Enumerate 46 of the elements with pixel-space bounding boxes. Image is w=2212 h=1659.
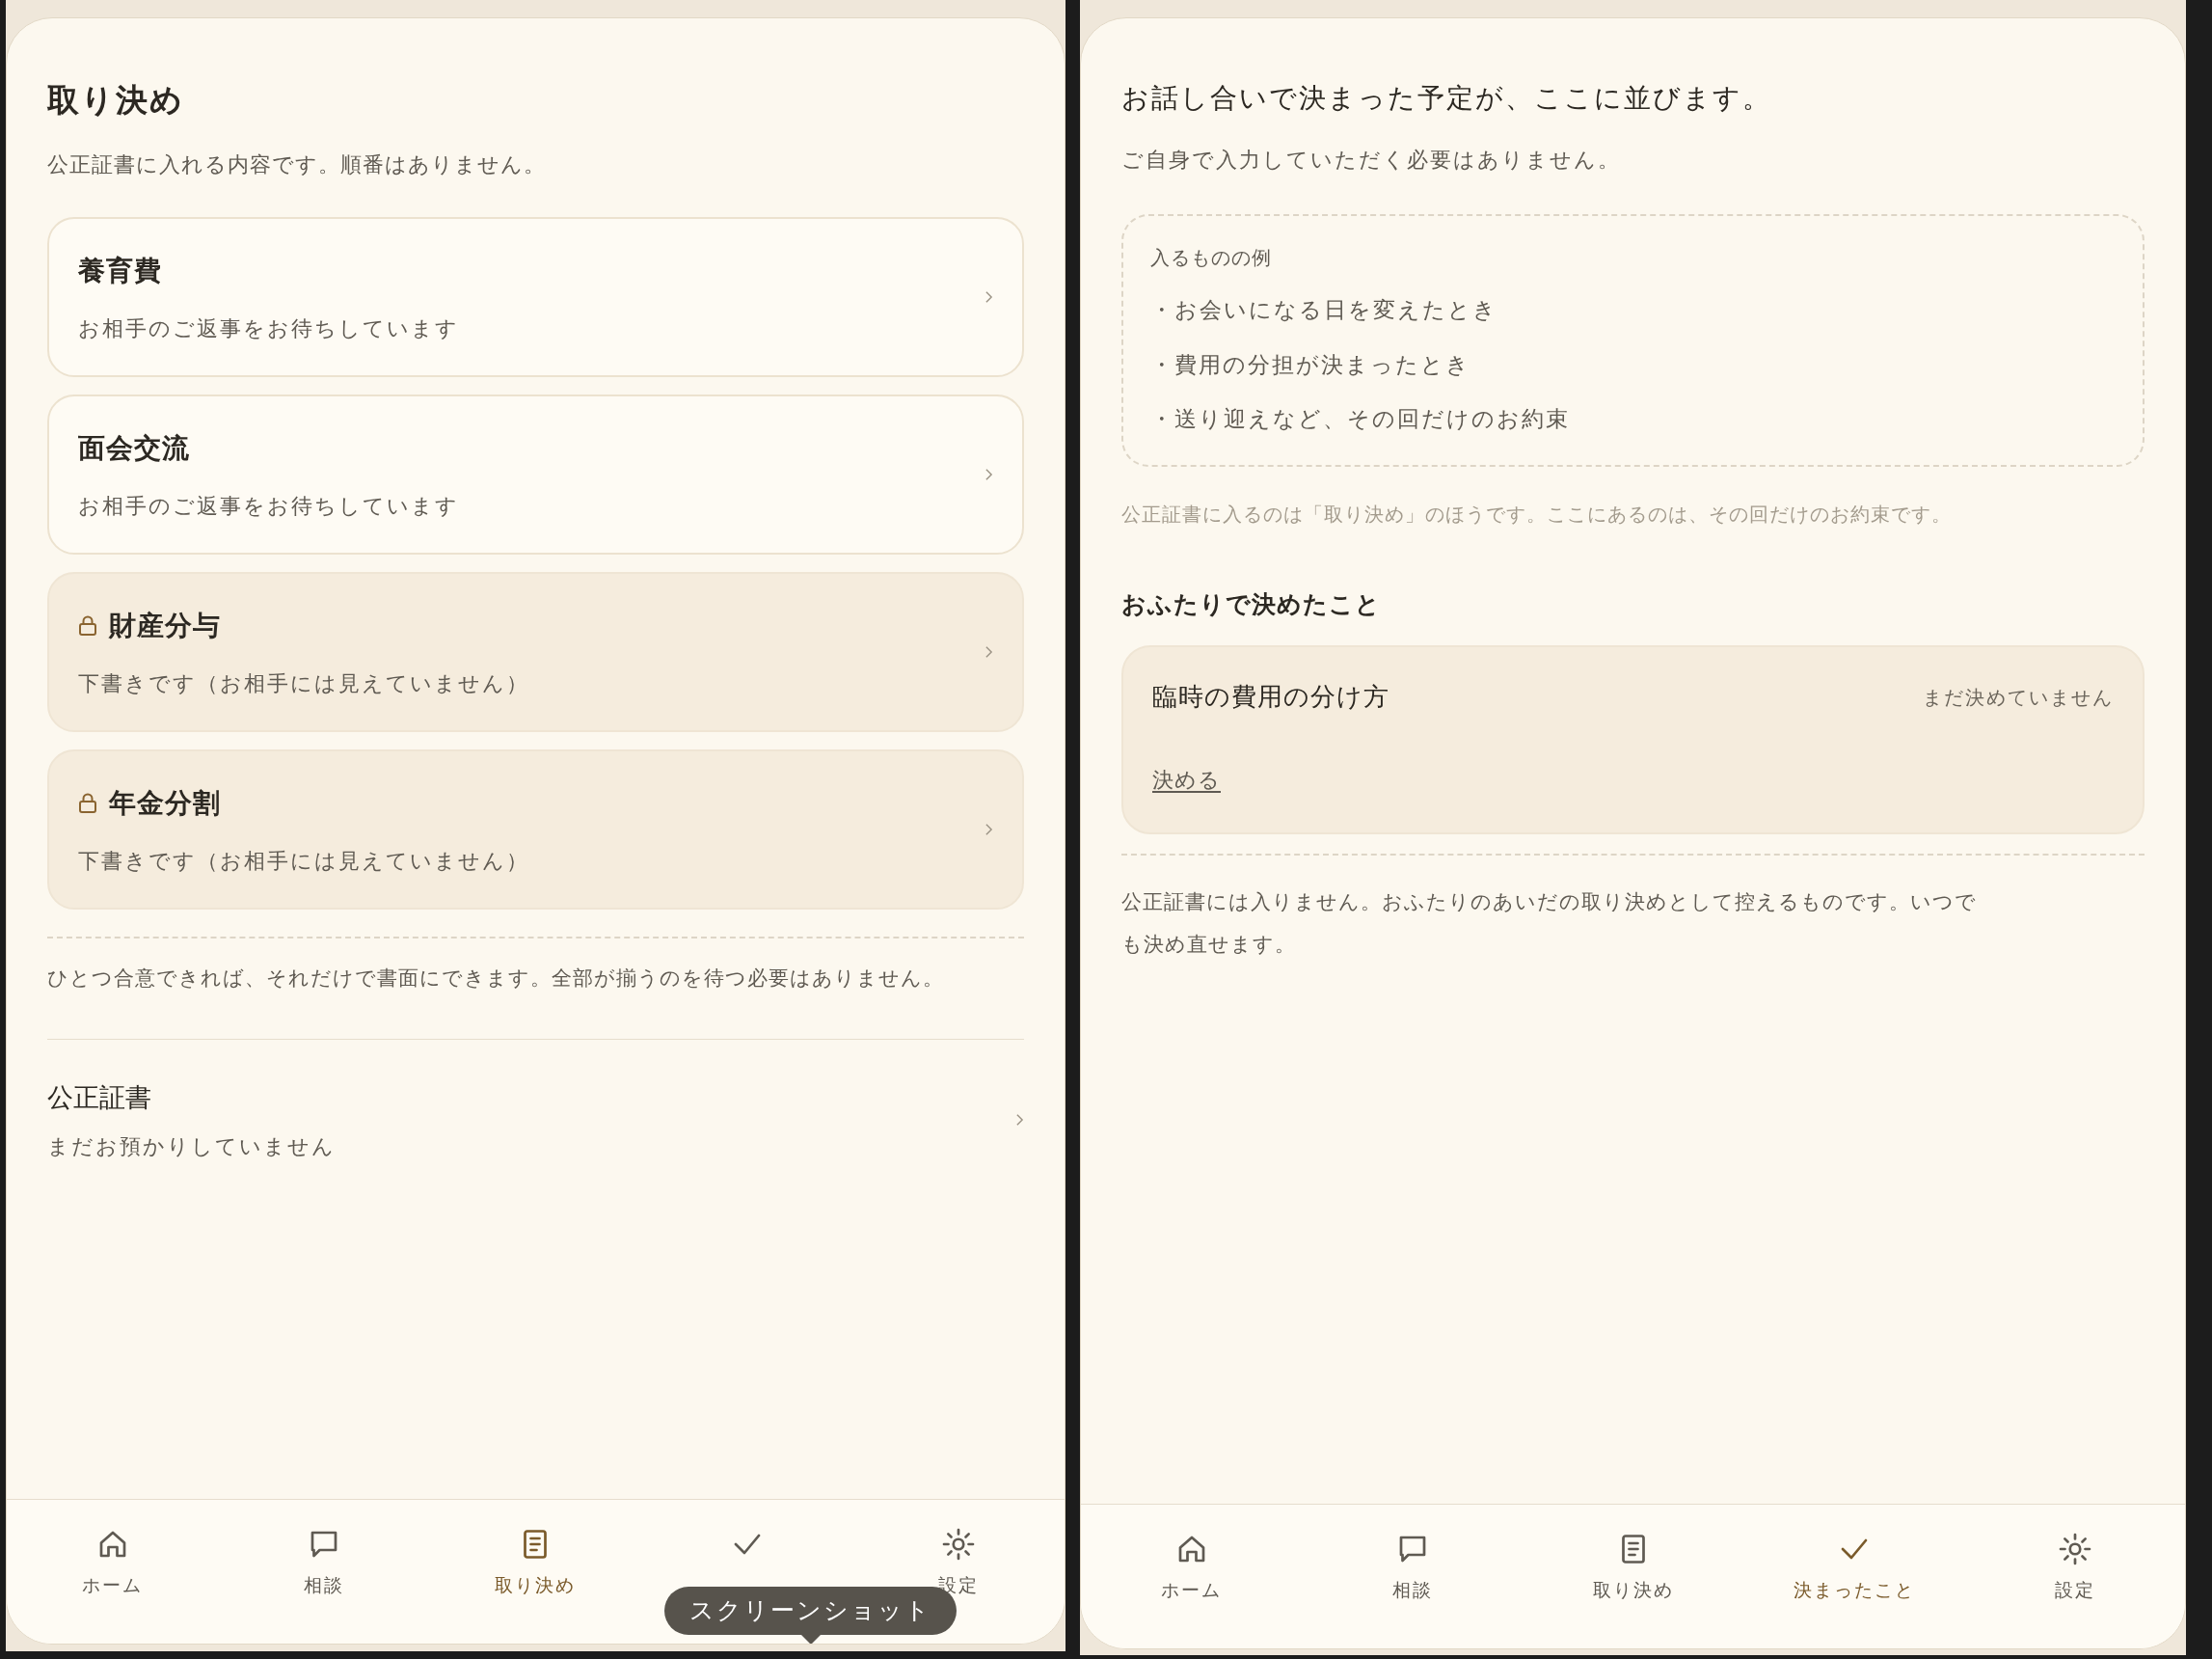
intro-text: お話し合いで決まった予定が、ここに並びます。 bbox=[1121, 81, 1772, 116]
card-title: 面会交流 bbox=[78, 430, 190, 466]
agreement-card[interactable]: 養育費 お相手のご返事をお待ちしています bbox=[47, 217, 1024, 377]
example-item: ・送り迎えなど、その回だけのお約束 bbox=[1150, 405, 1571, 433]
tab[interactable]: 取り決め bbox=[1523, 1532, 1743, 1604]
chevron-right-icon bbox=[985, 823, 993, 836]
card-status: お相手のご返事をお待ちしています bbox=[78, 314, 460, 342]
card-status: 下書きです（お相手には見えていません） bbox=[78, 669, 530, 697]
info-note: 公正証書に入るのは「取り決め」のほうです。ここにあるのは、その回だけのお約束です。 bbox=[1121, 501, 1953, 528]
tab[interactable]: ホーム bbox=[7, 1527, 219, 1599]
chevron-right-icon bbox=[1015, 1113, 1024, 1128]
row-status: まだお預かりしていません bbox=[47, 1133, 337, 1160]
decision-title: 臨時の費用の分け方 bbox=[1152, 681, 1389, 713]
chevron-right-icon bbox=[985, 468, 993, 481]
tab[interactable]: ホーム bbox=[1081, 1532, 1302, 1604]
decide-link[interactable]: 決める bbox=[1152, 764, 1221, 796]
row-title: 公正証書 bbox=[47, 1080, 152, 1114]
example-item: ・費用の分担が決まったとき bbox=[1150, 350, 1471, 379]
settings-icon bbox=[2057, 1532, 2092, 1566]
agreement-card[interactable]: 年金分割 下書きです（お相手には見えていません） bbox=[47, 749, 1024, 910]
agreement-card[interactable]: 面会交流 お相手のご返事をお待ちしています bbox=[47, 394, 1024, 555]
card-status: 下書きです（お相手には見えていません） bbox=[78, 847, 530, 875]
tab[interactable]: 取り決め bbox=[429, 1527, 642, 1599]
page-subtitle: 公正証書に入れる内容です。順番はありません。 bbox=[47, 151, 547, 178]
card-title: 養育費 bbox=[78, 253, 162, 288]
info-note: ひとつ合意できれば、それだけで書面にできます。全部が揃うのを待つ必要はありません。 bbox=[47, 965, 945, 992]
tab[interactable]: 決まったこと bbox=[1743, 1532, 1964, 1604]
document-row[interactable]: 公正証書 まだお預かりしていません bbox=[47, 1077, 1024, 1162]
card-title: 年金分割 bbox=[109, 785, 221, 821]
tab[interactable]: 相談 bbox=[218, 1527, 430, 1599]
chevron-right-icon bbox=[985, 290, 993, 304]
intro-subtitle: ご自身で入力していただく必要はありません。 bbox=[1121, 147, 1622, 174]
footer-note: 公正証書には入りません。おふたりのあいだの取り決めとして控えるものです。いつでも決め直せます。 bbox=[1121, 889, 1978, 958]
pointer-icon bbox=[800, 1635, 821, 1644]
settings-icon bbox=[941, 1527, 977, 1562]
tab[interactable]: 設定 bbox=[1964, 1532, 2185, 1604]
examples-title: 入るものの例 bbox=[1150, 245, 1273, 271]
section-title: おふたりで決めたこと bbox=[1121, 588, 1382, 620]
agreement-card[interactable]: 財産分与 下書きです（お相手には見えていません） bbox=[47, 572, 1024, 732]
page-title: 取り決め bbox=[47, 84, 185, 116]
decision-status: まだ決めていません bbox=[1923, 684, 2114, 711]
chevron-right-icon bbox=[985, 645, 993, 659]
tab[interactable]: 相談 bbox=[1302, 1532, 1523, 1604]
example-item: ・お会いになる日を変えたとき bbox=[1150, 296, 1498, 324]
card-title: 財産分与 bbox=[109, 608, 221, 643]
card-status: お相手のご返事をお待ちしています bbox=[78, 492, 460, 520]
